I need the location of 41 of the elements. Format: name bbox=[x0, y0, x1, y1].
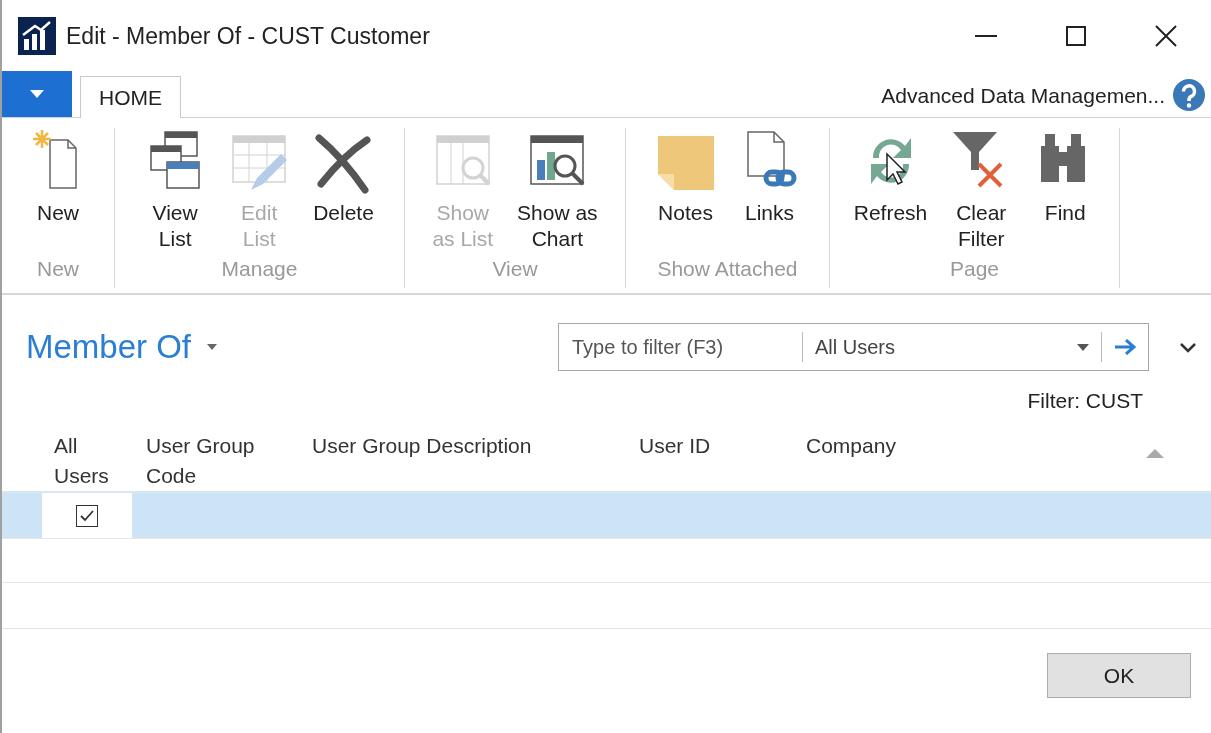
ribbon-button[interactable]: View List bbox=[135, 128, 216, 253]
field-dropdown[interactable]: All Users bbox=[803, 332, 1102, 362]
caret-icon bbox=[30, 90, 44, 98]
ribbon-button[interactable]: Refresh bbox=[843, 128, 938, 253]
ribbon-tab[interactable]: HOME bbox=[80, 76, 181, 118]
filter-input[interactable]: Type to filter (F3) bbox=[559, 332, 803, 362]
close-icon bbox=[1155, 25, 1177, 47]
checkbox[interactable] bbox=[76, 504, 98, 527]
column-header[interactable]: All Users bbox=[54, 431, 146, 491]
caret-icon bbox=[1077, 343, 1089, 351]
group-label: New bbox=[37, 255, 79, 282]
page-title: Member Of bbox=[26, 327, 192, 368]
column-header[interactable]: Company bbox=[806, 431, 1106, 491]
caret-icon[interactable] bbox=[207, 344, 218, 350]
ribbon-button[interactable]: Clear Filter bbox=[941, 128, 1022, 253]
group-label: Manage bbox=[221, 255, 298, 282]
maximize-icon bbox=[1066, 26, 1086, 46]
ribbon-button[interactable]: Show as Chart bbox=[507, 128, 608, 253]
filter-field[interactable]: Type to filter (F3) All Users bbox=[558, 323, 1149, 371]
ok-button[interactable]: OK bbox=[1047, 653, 1191, 698]
arrow-icon bbox=[1114, 339, 1136, 355]
ribbon-button[interactable]: Links bbox=[729, 128, 810, 253]
filter-label: Filter: CUST bbox=[1027, 388, 1143, 414]
chevron-icon[interactable] bbox=[1179, 341, 1197, 353]
group-label: View bbox=[492, 255, 538, 282]
column-header[interactable]: User Group Code bbox=[146, 431, 312, 491]
ribbon-button[interactable]: Notes bbox=[645, 128, 726, 253]
window-title: Edit - Member Of - CUST Customer bbox=[66, 21, 430, 51]
checkmark-icon bbox=[79, 508, 95, 523]
ribbon-button[interactable]: Delete bbox=[303, 128, 384, 253]
ribbon-button[interactable]: Find bbox=[1025, 128, 1106, 253]
column-header[interactable]: User Group Description bbox=[312, 431, 639, 491]
column-header[interactable]: User ID bbox=[639, 431, 806, 491]
help-icon[interactable] bbox=[1173, 79, 1205, 111]
app-icon bbox=[18, 17, 56, 55]
sort-arrow-icon[interactable] bbox=[1146, 449, 1164, 458]
group-label: Page bbox=[949, 255, 999, 282]
minimize-icon bbox=[975, 35, 997, 37]
group-label: Show Attached bbox=[657, 255, 798, 282]
ribbon-button[interactable]: New bbox=[18, 128, 98, 253]
company-name[interactable]: Advanced Data Managemen... bbox=[881, 79, 1165, 111]
